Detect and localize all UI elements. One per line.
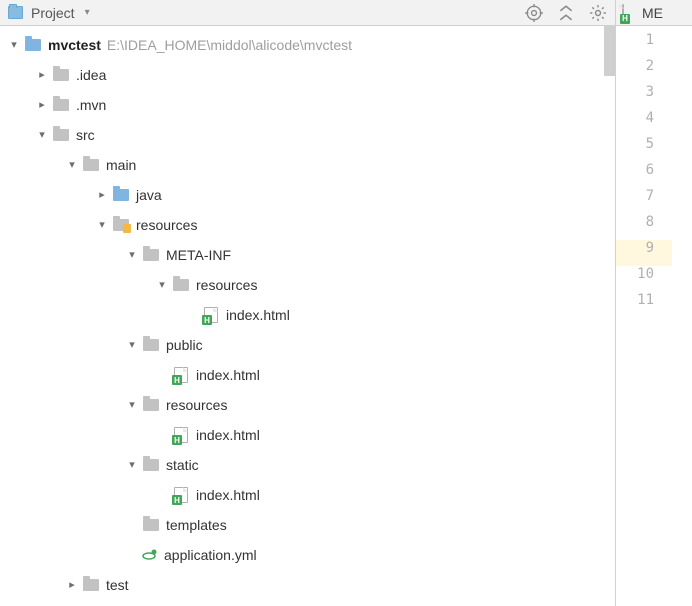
node-label: test — [106, 577, 129, 593]
tree-node-java[interactable]: ▸ java — [0, 180, 615, 210]
chevron-down-icon[interactable]: ▾ — [124, 340, 140, 351]
folder-icon — [53, 99, 69, 111]
node-label: static — [166, 457, 199, 473]
node-label: resources — [196, 277, 257, 293]
folder-icon — [143, 399, 159, 411]
collapse-icon[interactable] — [557, 4, 575, 22]
tree-node-public[interactable]: ▾ public — [0, 330, 615, 360]
chevron-down-icon[interactable]: ▾ — [154, 280, 170, 291]
node-label: main — [106, 157, 136, 173]
tree-node-file[interactable]: ▸ index.html — [0, 480, 615, 510]
html-file-icon — [174, 427, 188, 443]
line-number: 3 — [616, 84, 672, 110]
folder-icon — [143, 249, 159, 261]
chevron-down-icon[interactable]: ▾ — [6, 40, 22, 51]
node-label: index.html — [226, 307, 290, 323]
folder-icon — [143, 339, 159, 351]
folder-icon — [53, 69, 69, 81]
chevron-down-icon[interactable]: ▾ — [124, 250, 140, 261]
folder-icon — [143, 459, 159, 471]
node-label: .mvn — [76, 97, 106, 113]
node-label: application.yml — [164, 547, 257, 563]
node-label: resources — [136, 217, 197, 233]
tree-node-resources2[interactable]: ▾ resources — [0, 390, 615, 420]
tree-node-test[interactable]: ▸ test — [0, 570, 615, 600]
tree-node-root[interactable]: ▾ mvctest E:\IDEA_HOME\middol\alicode\mv… — [0, 30, 615, 60]
tree-node-templates[interactable]: ▸ templates — [0, 510, 615, 540]
line-number: 5 — [616, 136, 672, 162]
chevron-down-icon[interactable]: ▾ — [85, 7, 90, 18]
chevron-right-icon[interactable]: ▸ — [34, 100, 50, 111]
yml-file-icon — [142, 548, 158, 562]
resources-folder-icon — [113, 219, 129, 231]
project-pane-title: Project — [31, 5, 75, 21]
node-label: index.html — [196, 427, 260, 443]
node-label: META-INF — [166, 247, 231, 263]
folder-icon — [83, 579, 99, 591]
project-icon — [8, 6, 23, 19]
editor-gutter: 1234567891011 — [616, 26, 692, 606]
node-label: .idea — [76, 67, 106, 83]
node-label: java — [136, 187, 162, 203]
line-number: 6 — [616, 162, 672, 188]
line-number: 1 — [616, 32, 672, 58]
scrollbar-thumb[interactable] — [604, 26, 615, 76]
module-folder-icon — [25, 39, 41, 51]
chevron-down-icon[interactable]: ▾ — [124, 400, 140, 411]
node-label: mvctest — [48, 37, 101, 53]
target-icon[interactable] — [525, 4, 543, 22]
tree-node-resources[interactable]: ▾ resources — [0, 210, 615, 240]
html-file-icon — [622, 4, 624, 22]
chevron-right-icon[interactable]: ▸ — [64, 580, 80, 591]
line-number: 4 — [616, 110, 672, 136]
line-number: 8 — [616, 214, 672, 240]
source-folder-icon — [113, 189, 129, 201]
editor-tab-label: ME — [642, 5, 663, 21]
tree-node-file-yml[interactable]: ▸ application.yml — [0, 540, 615, 570]
line-number: 9 — [616, 240, 672, 266]
line-number: 11 — [616, 292, 672, 318]
chevron-right-icon[interactable]: ▸ — [94, 190, 110, 201]
folder-icon — [83, 159, 99, 171]
folder-icon — [53, 129, 69, 141]
tree-node-main[interactable]: ▾ main — [0, 150, 615, 180]
gear-icon[interactable] — [589, 4, 607, 22]
tree-node-mvn[interactable]: ▸ .mvn — [0, 90, 615, 120]
project-tree: ▾ mvctest E:\IDEA_HOME\middol\alicode\mv… — [0, 26, 615, 606]
tree-node-idea[interactable]: ▸ .idea — [0, 60, 615, 90]
node-path: E:\IDEA_HOME\middol\alicode\mvctest — [107, 37, 352, 53]
tree-node-file[interactable]: ▸ index.html — [0, 300, 615, 330]
tree-node-file[interactable]: ▸ index.html — [0, 420, 615, 450]
node-label: public — [166, 337, 203, 353]
line-number: 7 — [616, 188, 672, 214]
project-toolbar: Project ▾ — [0, 0, 615, 26]
tree-node-metainf-resources[interactable]: ▾ resources — [0, 270, 615, 300]
editor-tab[interactable]: ME — [616, 0, 692, 26]
html-file-icon — [204, 307, 218, 323]
chevron-down-icon[interactable]: ▾ — [124, 460, 140, 471]
node-label: index.html — [196, 367, 260, 383]
chevron-down-icon[interactable]: ▾ — [64, 160, 80, 171]
html-file-icon — [174, 487, 188, 503]
chevron-right-icon[interactable]: ▸ — [34, 70, 50, 81]
node-label: index.html — [196, 487, 260, 503]
tree-node-src[interactable]: ▾ src — [0, 120, 615, 150]
node-label: src — [76, 127, 95, 143]
html-file-icon — [174, 367, 188, 383]
folder-icon — [143, 519, 159, 531]
line-number: 10 — [616, 266, 672, 292]
folder-icon — [173, 279, 189, 291]
line-number: 2 — [616, 58, 672, 84]
chevron-down-icon[interactable]: ▾ — [34, 130, 50, 141]
chevron-down-icon[interactable]: ▾ — [94, 220, 110, 231]
tree-node-file[interactable]: ▸ index.html — [0, 360, 615, 390]
tree-node-static[interactable]: ▾ static — [0, 450, 615, 480]
tree-node-metainf[interactable]: ▾ META-INF — [0, 240, 615, 270]
node-label: templates — [166, 517, 227, 533]
node-label: resources — [166, 397, 227, 413]
